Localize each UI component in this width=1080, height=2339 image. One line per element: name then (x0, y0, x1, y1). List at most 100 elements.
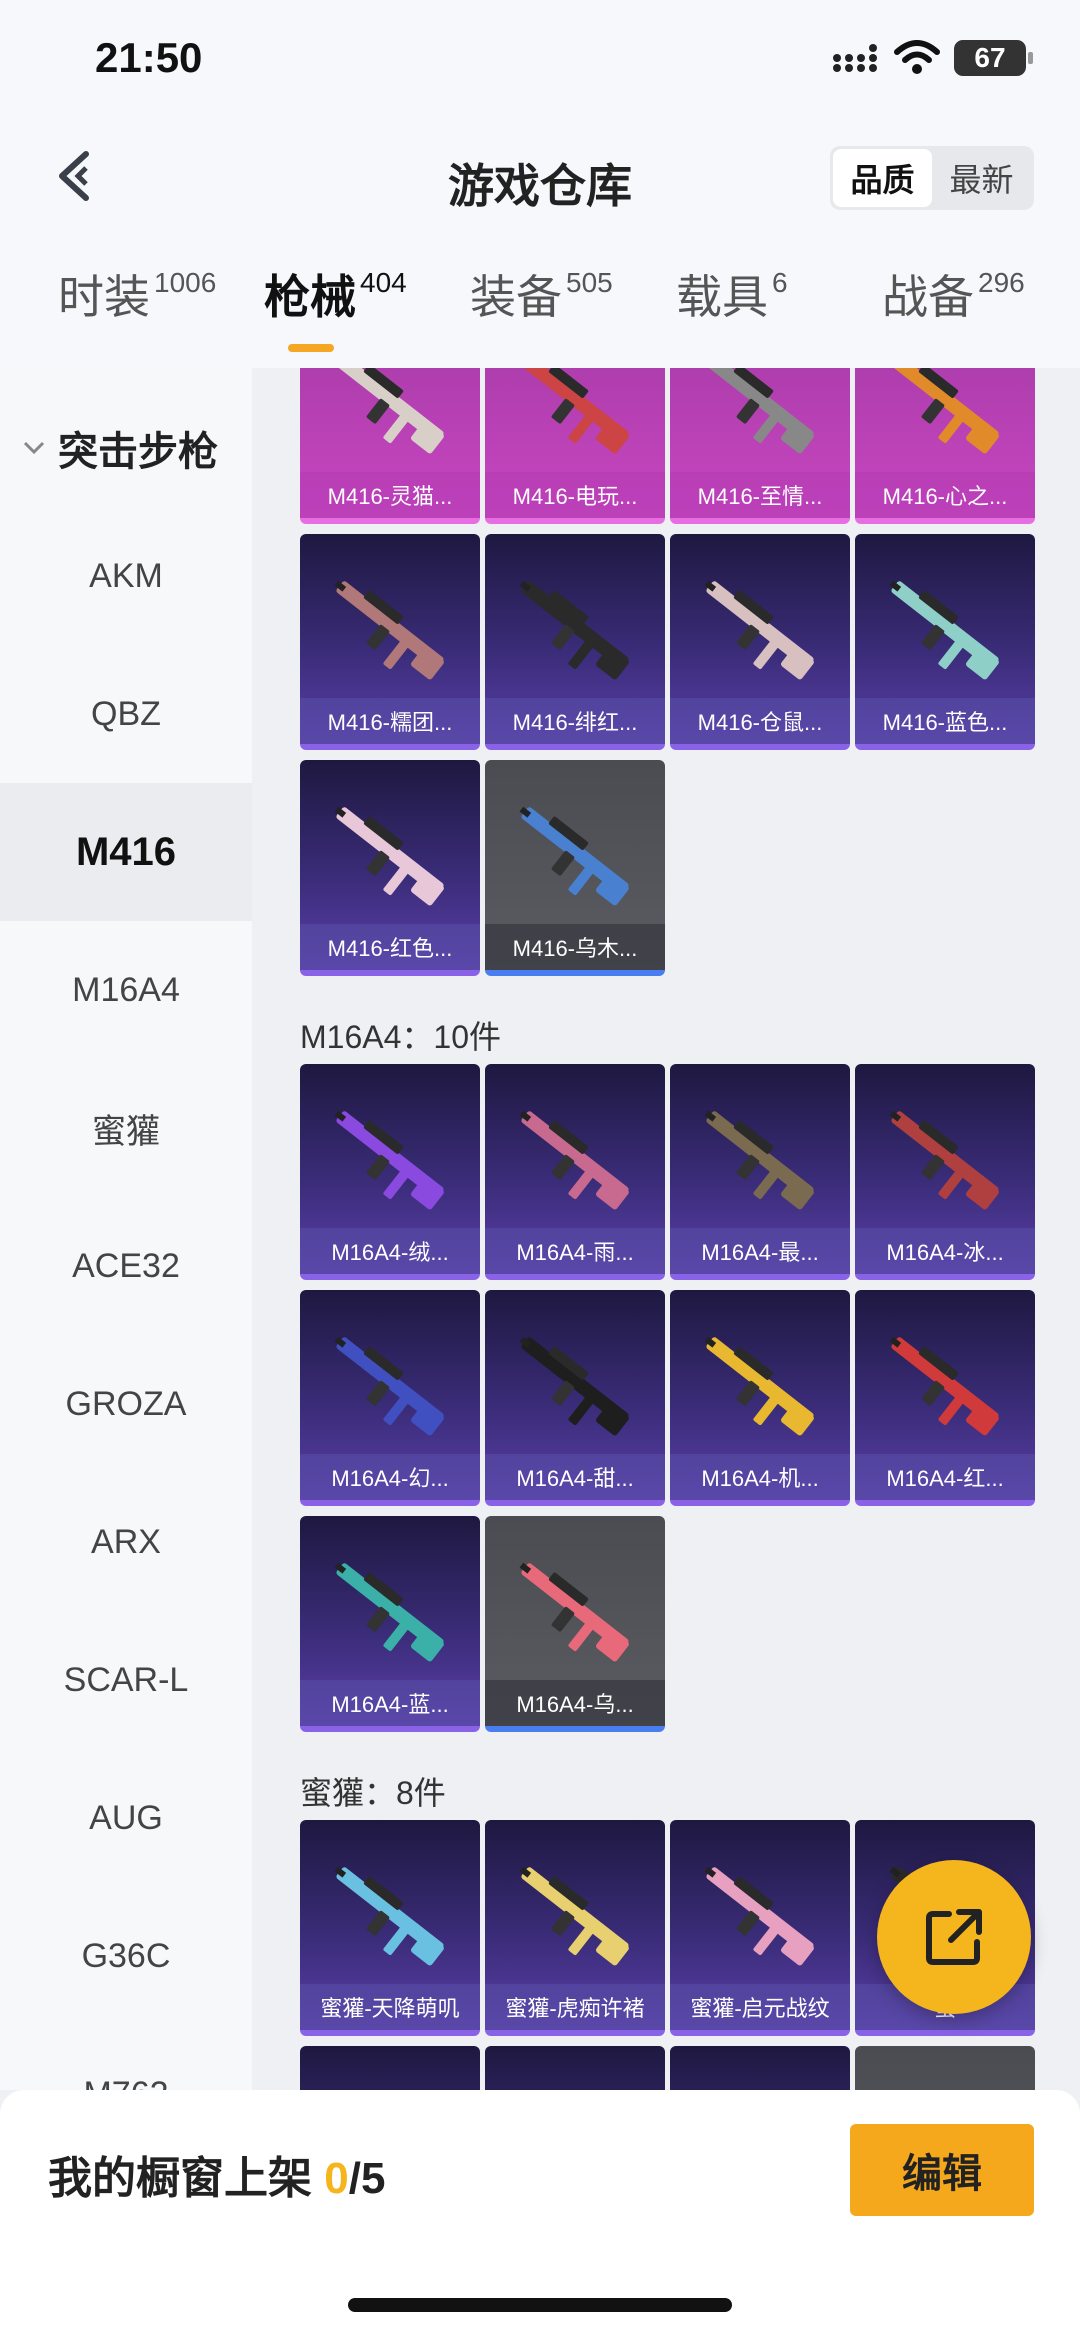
sidebar-category[interactable]: 突击步枪 (0, 408, 252, 488)
weapon-skin-label: M416-仓鼠... (670, 698, 850, 744)
cellular-signal-icon (833, 44, 877, 72)
tab-supplies[interactable]: 战备 296 (882, 268, 1025, 358)
weapon-skin-card[interactable]: M16A4-绒... (300, 1064, 480, 1280)
weapon-skin-card[interactable]: M416-乌木... (485, 760, 665, 976)
weapon-skin-label: M416-至情... (670, 472, 850, 518)
weapon-skin-label: M416-乌木... (485, 924, 665, 970)
sidebar-item[interactable]: GROZA (0, 1335, 252, 1473)
top-bar: 21:50 67 游戏仓库 品质 最新 时装 1006 枪械 404 装备 50… (0, 0, 1080, 368)
weapon-skin-card[interactable]: M16A4-红... (855, 1290, 1035, 1506)
rifle-icon (521, 368, 629, 454)
sort-newest-button[interactable]: 最新 (932, 149, 1031, 207)
rifle-icon (704, 1866, 814, 1966)
tab-count: 1006 (154, 267, 217, 298)
weapon-skin-label: M16A4-甜... (485, 1454, 665, 1500)
rifle-icon (704, 580, 814, 680)
weapon-skin-card[interactable]: M16A4-幻... (300, 1290, 480, 1506)
weapon-skin-card[interactable] (300, 2046, 480, 2090)
weapon-skin-card[interactable]: M16A4-乌... (485, 1516, 665, 1732)
weapon-skin-card[interactable]: M416-糯团... (300, 534, 480, 750)
weapon-skin-label: M416-绯红... (485, 698, 665, 744)
weapon-skin-label: M416-糯团... (300, 698, 480, 744)
weapon-skin-card[interactable]: M416-蓝色... (855, 534, 1035, 750)
tab-label: 时装 (58, 271, 150, 323)
tab-count: 505 (566, 267, 613, 298)
sidebar-item[interactable]: ARX (0, 1473, 252, 1611)
sidebar-item[interactable]: M762 (0, 2025, 252, 2091)
rifle-icon (692, 2072, 828, 2090)
weapon-skin-card[interactable]: 蜜獾-天降萌叽 (300, 1820, 480, 2036)
weapon-skin-label: M16A4-最... (670, 1228, 850, 1274)
rifle-icon (519, 1866, 629, 1966)
sidebar-item[interactable]: M16A4 (0, 921, 252, 1059)
weapon-skin-label: M16A4-冰... (855, 1228, 1035, 1274)
category-tabs: 时装 1006 枪械 404 装备 505 载具 6 战备 296 (0, 268, 1080, 368)
sidebar-item[interactable]: AKM (0, 507, 252, 645)
tab-vehicles[interactable]: 载具 6 (676, 268, 788, 358)
weapon-skin-card[interactable]: M416-至情... (670, 368, 850, 524)
chevron-down-icon (23, 441, 45, 455)
weapon-skin-card[interactable]: M416-红色... (300, 760, 480, 976)
weapon-skin-label: M416-心之... (855, 472, 1035, 518)
rifle-icon (519, 580, 629, 680)
tab-label: 枪械 (264, 271, 356, 323)
home-indicator (348, 2298, 732, 2312)
shelved-count: 0 (324, 2154, 349, 2203)
weapon-skin-card[interactable]: M416-心之... (855, 368, 1035, 524)
weapon-skin-card[interactable] (855, 2046, 1035, 2090)
weapon-skin-card[interactable]: M416-绯红... (485, 534, 665, 750)
share-button[interactable] (877, 1860, 1031, 2014)
weapon-skin-card[interactable] (485, 2046, 665, 2090)
tab-count: 6 (772, 267, 788, 298)
sidebar-item[interactable]: ACE32 (0, 1197, 252, 1335)
weapon-skin-card[interactable]: M416-灵猫... (300, 368, 480, 524)
sidebar-item[interactable]: G36C (0, 1887, 252, 2025)
item-grid: M416-灵猫... M416-电玩... M416-至情... M416-心之...… (252, 368, 1080, 2090)
rifle-icon (877, 2072, 1013, 2090)
weapon-skin-label: M416-红色... (300, 924, 480, 970)
rifle-icon (891, 368, 999, 454)
weapon-skin-card[interactable]: M16A4-冰... (855, 1064, 1035, 1280)
sidebar-category-label: 突击步枪 (58, 430, 218, 474)
rifle-icon (519, 1562, 629, 1662)
weapon-skin-card[interactable]: 蜜獾-虎痴许褚 (485, 1820, 665, 2036)
tab-equipment[interactable]: 装备 505 (470, 268, 613, 358)
sort-toggle: 品质 最新 (830, 146, 1034, 210)
weapon-skin-card[interactable]: M16A4-最... (670, 1064, 850, 1280)
weapon-skin-card[interactable]: M16A4-蓝... (300, 1516, 480, 1732)
weapon-skin-card[interactable] (670, 2046, 850, 2090)
tab-firearms[interactable]: 枪械 404 (264, 268, 407, 358)
rifle-icon (334, 1562, 444, 1662)
weapon-skin-card[interactable]: M416-仓鼠... (670, 534, 850, 750)
edit-button[interactable]: 编辑 (850, 2124, 1034, 2216)
weapon-skin-label: M16A4-绒... (300, 1228, 480, 1274)
weapon-skin-label: 蜜獾-启元战纹 (670, 1984, 850, 2030)
tab-fashion[interactable]: 时装 1006 (58, 268, 216, 358)
weapon-skin-label: M16A4-蓝... (300, 1680, 480, 1726)
weapon-skin-label: M16A4-红... (855, 1454, 1035, 1500)
sidebar-item[interactable]: 蜜獾 (0, 1059, 252, 1197)
wifi-icon (894, 40, 940, 74)
sidebar-item[interactable]: QBZ (0, 645, 252, 783)
weapon-skin-card[interactable]: M16A4-甜... (485, 1290, 665, 1506)
rifle-icon (334, 1336, 444, 1436)
tab-label: 战备 (882, 271, 974, 323)
weapon-skin-card[interactable]: M16A4-机... (670, 1290, 850, 1506)
sidebar-item[interactable]: SCAR-L (0, 1611, 252, 1749)
status-bar: 21:50 67 (0, 0, 1080, 120)
weapon-skin-card[interactable]: M16A4-雨... (485, 1064, 665, 1280)
sidebar-item[interactable]: AUG (0, 1749, 252, 1887)
warehouse-screen: 21:50 67 游戏仓库 品质 最新 时装 1006 枪械 404 装备 50… (0, 0, 1080, 2339)
navigation-bar: 游戏仓库 品质 最新 (0, 120, 1080, 236)
weapon-sidebar: 突击步枪 AKM QBZ M416 M16A4 蜜獾 ACE32 GROZA ARX SCAR-… (0, 368, 252, 2090)
weapon-skin-card[interactable]: M416-电玩... (485, 368, 665, 524)
rifle-icon (519, 806, 629, 906)
weapon-skin-label: M16A4-雨... (485, 1228, 665, 1274)
sidebar-item[interactable]: M416 (0, 783, 252, 921)
shelf-total: /5 (348, 2154, 386, 2203)
sort-quality-button[interactable]: 品质 (833, 149, 932, 207)
section-header: 蜜獾：8件 (300, 1775, 446, 1811)
weapon-skin-card[interactable]: 蜜獾-启元战纹 (670, 1820, 850, 2036)
tab-count: 296 (978, 267, 1025, 298)
battery-icon: 67 (954, 40, 1033, 76)
